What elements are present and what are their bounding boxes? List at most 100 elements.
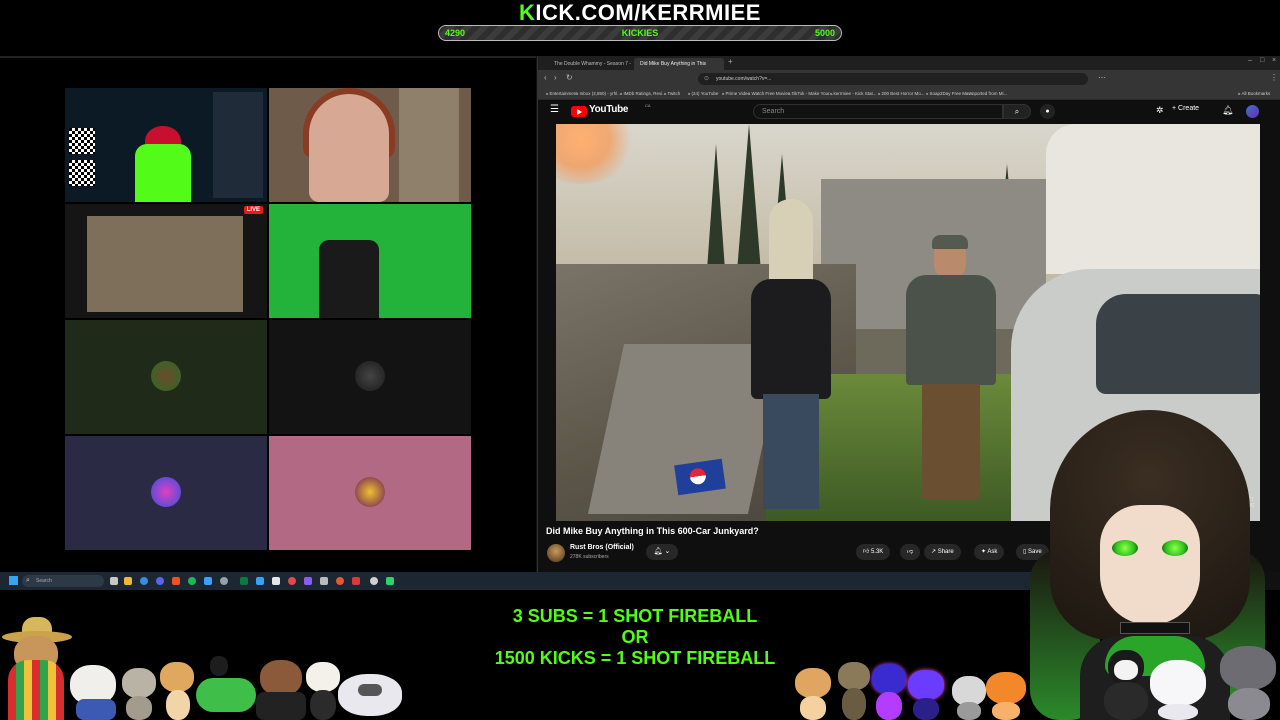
tile-participant-3[interactable]	[65, 436, 267, 550]
app-icon[interactable]	[220, 577, 228, 585]
browser-menu-icon[interactable]: ⋮	[1270, 73, 1278, 82]
bookmark-item[interactable]: kerrmiee - Kick Stat...	[830, 89, 877, 99]
gear-icon[interactable]: ✲	[1156, 105, 1164, 116]
bookmark-item[interactable]: 200 Best Horror Mo...	[878, 89, 925, 99]
microphone-icon[interactable]: ●	[1040, 104, 1055, 119]
dinosaur-rider-sticker	[196, 656, 256, 720]
spotify-icon[interactable]	[188, 577, 196, 585]
youtube-wordmark[interactable]: YouTube	[589, 104, 629, 115]
channel-avatar[interactable]	[547, 544, 565, 562]
bookmark-item[interactable]: Inbox (2,850) - yrhl...	[576, 89, 622, 99]
video-car-window	[1096, 294, 1260, 394]
minimize-icon[interactable]: –	[1248, 57, 1252, 64]
chat-panel	[213, 92, 263, 198]
subscribed-bell-button[interactable]: 🔔︎ ⌄	[646, 544, 678, 560]
file-explorer-icon[interactable]	[124, 577, 132, 585]
bookmark-item[interactable]: Twitch	[664, 89, 681, 99]
vtuber-choker	[1120, 622, 1190, 634]
search-icon[interactable]: ⌕	[1003, 104, 1031, 119]
maximize-icon[interactable]: □	[1260, 57, 1264, 64]
share-label: Share	[937, 549, 954, 555]
tab-double-whammy[interactable]: The Double Whammy - Season 7 - 1	[548, 58, 632, 70]
reload-icon[interactable]: ↻	[566, 73, 573, 82]
cat-sticker	[795, 668, 831, 720]
close-icon[interactable]: ×	[1272, 57, 1276, 64]
avatar-shirt	[135, 144, 191, 202]
tile-participant-4[interactable]	[269, 436, 471, 550]
windows-start-icon[interactable]	[9, 576, 18, 585]
thumbs-down-icon: 👎︎	[907, 549, 914, 555]
vtuber-face	[1100, 505, 1200, 625]
channel-name[interactable]: Rust Bros (Official)	[570, 544, 634, 551]
participant-avatar	[355, 361, 385, 391]
tile-green-screen[interactable]	[269, 204, 471, 318]
share-button[interactable]: ↗ Share	[924, 544, 961, 560]
cat-sticker	[952, 676, 986, 720]
taskbar-search[interactable]: Search	[22, 575, 104, 587]
region-code: CA	[645, 103, 651, 108]
fireball-rules: 3 SUBS = 1 SHOT FIREBALL OR 1500 KICKS =…	[460, 606, 810, 669]
tile-stream-overlay-preview[interactable]	[65, 88, 267, 202]
dog-sticker	[70, 665, 120, 720]
app-icon[interactable]	[272, 577, 280, 585]
create-button[interactable]: + Create	[1172, 105, 1199, 112]
ask-button[interactable]: ✦ Ask	[974, 544, 1005, 560]
new-tab-icon[interactable]: +	[728, 57, 733, 66]
brave-icon[interactable]	[172, 577, 180, 585]
bookmark-item[interactable]: Entertainment	[546, 89, 578, 99]
app-icon[interactable]	[256, 577, 264, 585]
like-button[interactable]: 👍︎ 5.3K	[856, 544, 891, 560]
live-badge: LIVE	[243, 206, 263, 214]
forward-icon[interactable]: ›	[554, 73, 557, 82]
video-title: Did Mike Buy Anything in This 600-Car Ju…	[546, 526, 759, 536]
bookmark-item[interactable]: Imported from Mi...	[966, 89, 1008, 99]
edge-icon[interactable]	[140, 577, 148, 585]
shared-screen	[87, 216, 243, 312]
youtube-logo-icon[interactable]	[571, 106, 587, 117]
tab-youtube-video[interactable]: Did Mike Buy Anything in This	[634, 58, 724, 70]
kick-url-title: KICK.COM/KERRMIEE	[0, 0, 1280, 26]
back-icon[interactable]: ‹	[544, 73, 547, 82]
bookmark-item[interactable]: Watch Free Movies...	[748, 89, 794, 99]
bookmark-item[interactable]: TikTok - Make Your...	[788, 89, 834, 99]
tile-webcam[interactable]	[269, 88, 471, 202]
tile-screen-share[interactable]: LIVE	[65, 204, 267, 318]
stream-overlay: KICK.COM/KERRMIEE 4290 KICKIES 5000 LIVE	[0, 0, 1280, 720]
profile-avatar[interactable]	[1246, 105, 1259, 118]
poncho-sticker	[8, 660, 64, 720]
tile-participant-1[interactable]	[65, 320, 267, 434]
bookmark-item[interactable]: (24) YouTube	[688, 89, 719, 99]
dislike-button[interactable]: 👎︎	[900, 544, 921, 560]
person	[309, 94, 389, 202]
app-icon[interactable]	[240, 577, 248, 585]
bookmark-item[interactable]: All Bookmarks	[1238, 89, 1271, 99]
tab-bar: The Double Whammy - Season 7 - 1 Did Mik…	[538, 56, 1280, 70]
firefox-icon[interactable]	[336, 577, 344, 585]
app-icon[interactable]	[352, 577, 360, 585]
extension-icon[interactable]: ⋯	[1098, 73, 1106, 82]
participant-avatar	[151, 361, 181, 391]
obs-icon[interactable]	[288, 577, 296, 585]
app-icon[interactable]	[304, 577, 312, 585]
app-icon[interactable]	[386, 577, 394, 585]
participant-avatar	[151, 477, 181, 507]
tile-participant-2[interactable]	[269, 320, 471, 434]
discord-icon[interactable]	[156, 577, 164, 585]
url-text: youtube.com/watch?v=...	[716, 76, 772, 82]
kick-url-text: ICK.COM/KERRMIEE	[535, 0, 761, 25]
neon-cat-sticker	[908, 670, 944, 720]
bookmark-item[interactable]: IMDb Ratings, Revi...	[620, 89, 667, 99]
bookmark-item[interactable]: Prime Video	[722, 89, 750, 99]
url-field[interactable]: ⊙ youtube.com/watch?v=...	[698, 73, 1088, 85]
cat-sticker	[306, 662, 340, 720]
app-icon[interactable]	[320, 577, 328, 585]
notifications-bell-icon[interactable]: 🔔︎	[1222, 105, 1233, 116]
cat-sticker	[160, 662, 196, 720]
task-view-icon[interactable]	[110, 577, 118, 585]
search-input[interactable]: Search	[753, 104, 1003, 119]
settings-icon[interactable]	[370, 577, 378, 585]
hamburger-menu-icon[interactable]: ☰	[550, 104, 559, 115]
neon-cat-sticker	[872, 664, 906, 720]
sparkle-icon: ✦	[981, 549, 987, 555]
app-icon[interactable]	[204, 577, 212, 585]
